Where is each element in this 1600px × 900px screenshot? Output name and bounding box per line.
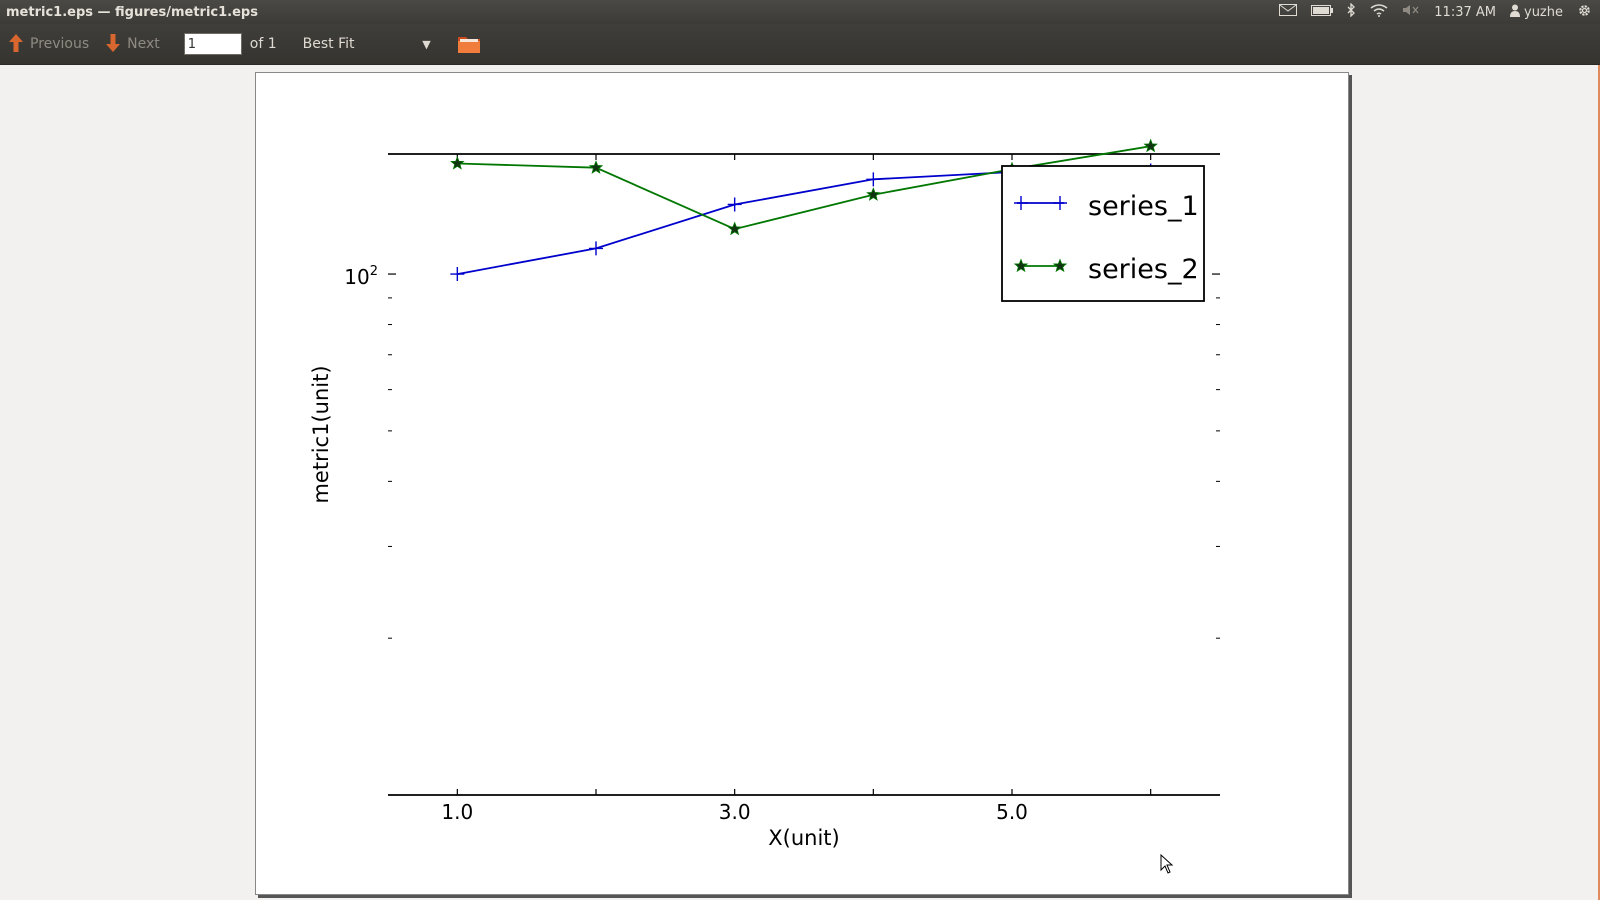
star-marker: [450, 155, 465, 170]
x-axis-label: X(unit): [768, 826, 839, 850]
previous-button[interactable]: Previous: [0, 24, 97, 64]
legend-label: series_1: [1088, 191, 1199, 222]
open-folder-button[interactable]: [457, 34, 481, 54]
x-tick-label: 1.0: [441, 800, 473, 824]
mail-icon[interactable]: [1279, 4, 1298, 20]
bluetooth-icon[interactable]: [1347, 2, 1356, 21]
mouse-cursor-icon: [1160, 853, 1174, 878]
legend: series_1 series_2: [1001, 165, 1205, 302]
user-menu[interactable]: yuzhe: [1510, 4, 1563, 21]
y-axis-label: metric1(unit): [309, 365, 333, 503]
star-marker: [588, 160, 604, 174]
clock[interactable]: 11:37 AM: [1434, 5, 1496, 20]
next-label: Next: [127, 36, 160, 52]
plus-marker: [450, 267, 465, 282]
x-tick-label: 5.0: [996, 800, 1028, 824]
window-title: metric1.eps — figures/metric1.eps: [6, 4, 258, 20]
chevron-down-icon: ▼: [422, 37, 431, 51]
gear-icon[interactable]: [1577, 3, 1592, 22]
next-button[interactable]: Next: [97, 24, 168, 64]
folder-icon: [457, 37, 481, 58]
document-page: series_1 series_2 1.0 3.0 5.0 102 X(unit) metr…: [255, 72, 1349, 895]
plus-marker: [866, 172, 881, 187]
line-chart: series_1 series_2 1.0 3.0 5.0 102 X(unit) metr…: [309, 138, 1220, 850]
legend-label: series_2: [1088, 254, 1199, 285]
star-marker: [866, 187, 881, 201]
plus-marker: [727, 197, 742, 212]
volume-muted-icon[interactable]: [1402, 4, 1420, 20]
page-count-label: of 1: [249, 36, 277, 52]
user-name: yuzhe: [1524, 4, 1563, 20]
arrow-down-icon: [105, 33, 121, 56]
axis-labels: 1.0 3.0 5.0 102 X(unit) metric1(unit): [309, 264, 1028, 850]
zoom-select[interactable]: Best Fit ▼: [303, 36, 431, 52]
y-tick-label: 102: [344, 264, 378, 289]
battery-icon[interactable]: [1311, 4, 1334, 20]
plus-marker: [589, 241, 603, 256]
top-panel: metric1.eps — figures/metric1.eps 11:37 …: [0, 0, 1600, 24]
zoom-value: Best Fit: [302, 36, 355, 52]
document-toolbar: Previous Next of 1 Best Fit ▼: [0, 24, 1600, 65]
arrow-up-icon: [8, 33, 24, 56]
wifi-icon[interactable]: [1370, 3, 1388, 21]
previous-label: Previous: [30, 36, 90, 52]
page-number-input[interactable]: [183, 33, 242, 55]
star-marker: [1143, 138, 1158, 153]
star-marker: [727, 221, 742, 236]
x-tick-label: 3.0: [719, 800, 751, 824]
system-tray: 11:37 AM yuzhe: [1279, 2, 1600, 22]
user-icon: [1510, 4, 1520, 21]
document-viewport[interactable]: series_1 series_2 1.0 3.0 5.0 102 X(unit) metr…: [0, 65, 1600, 900]
